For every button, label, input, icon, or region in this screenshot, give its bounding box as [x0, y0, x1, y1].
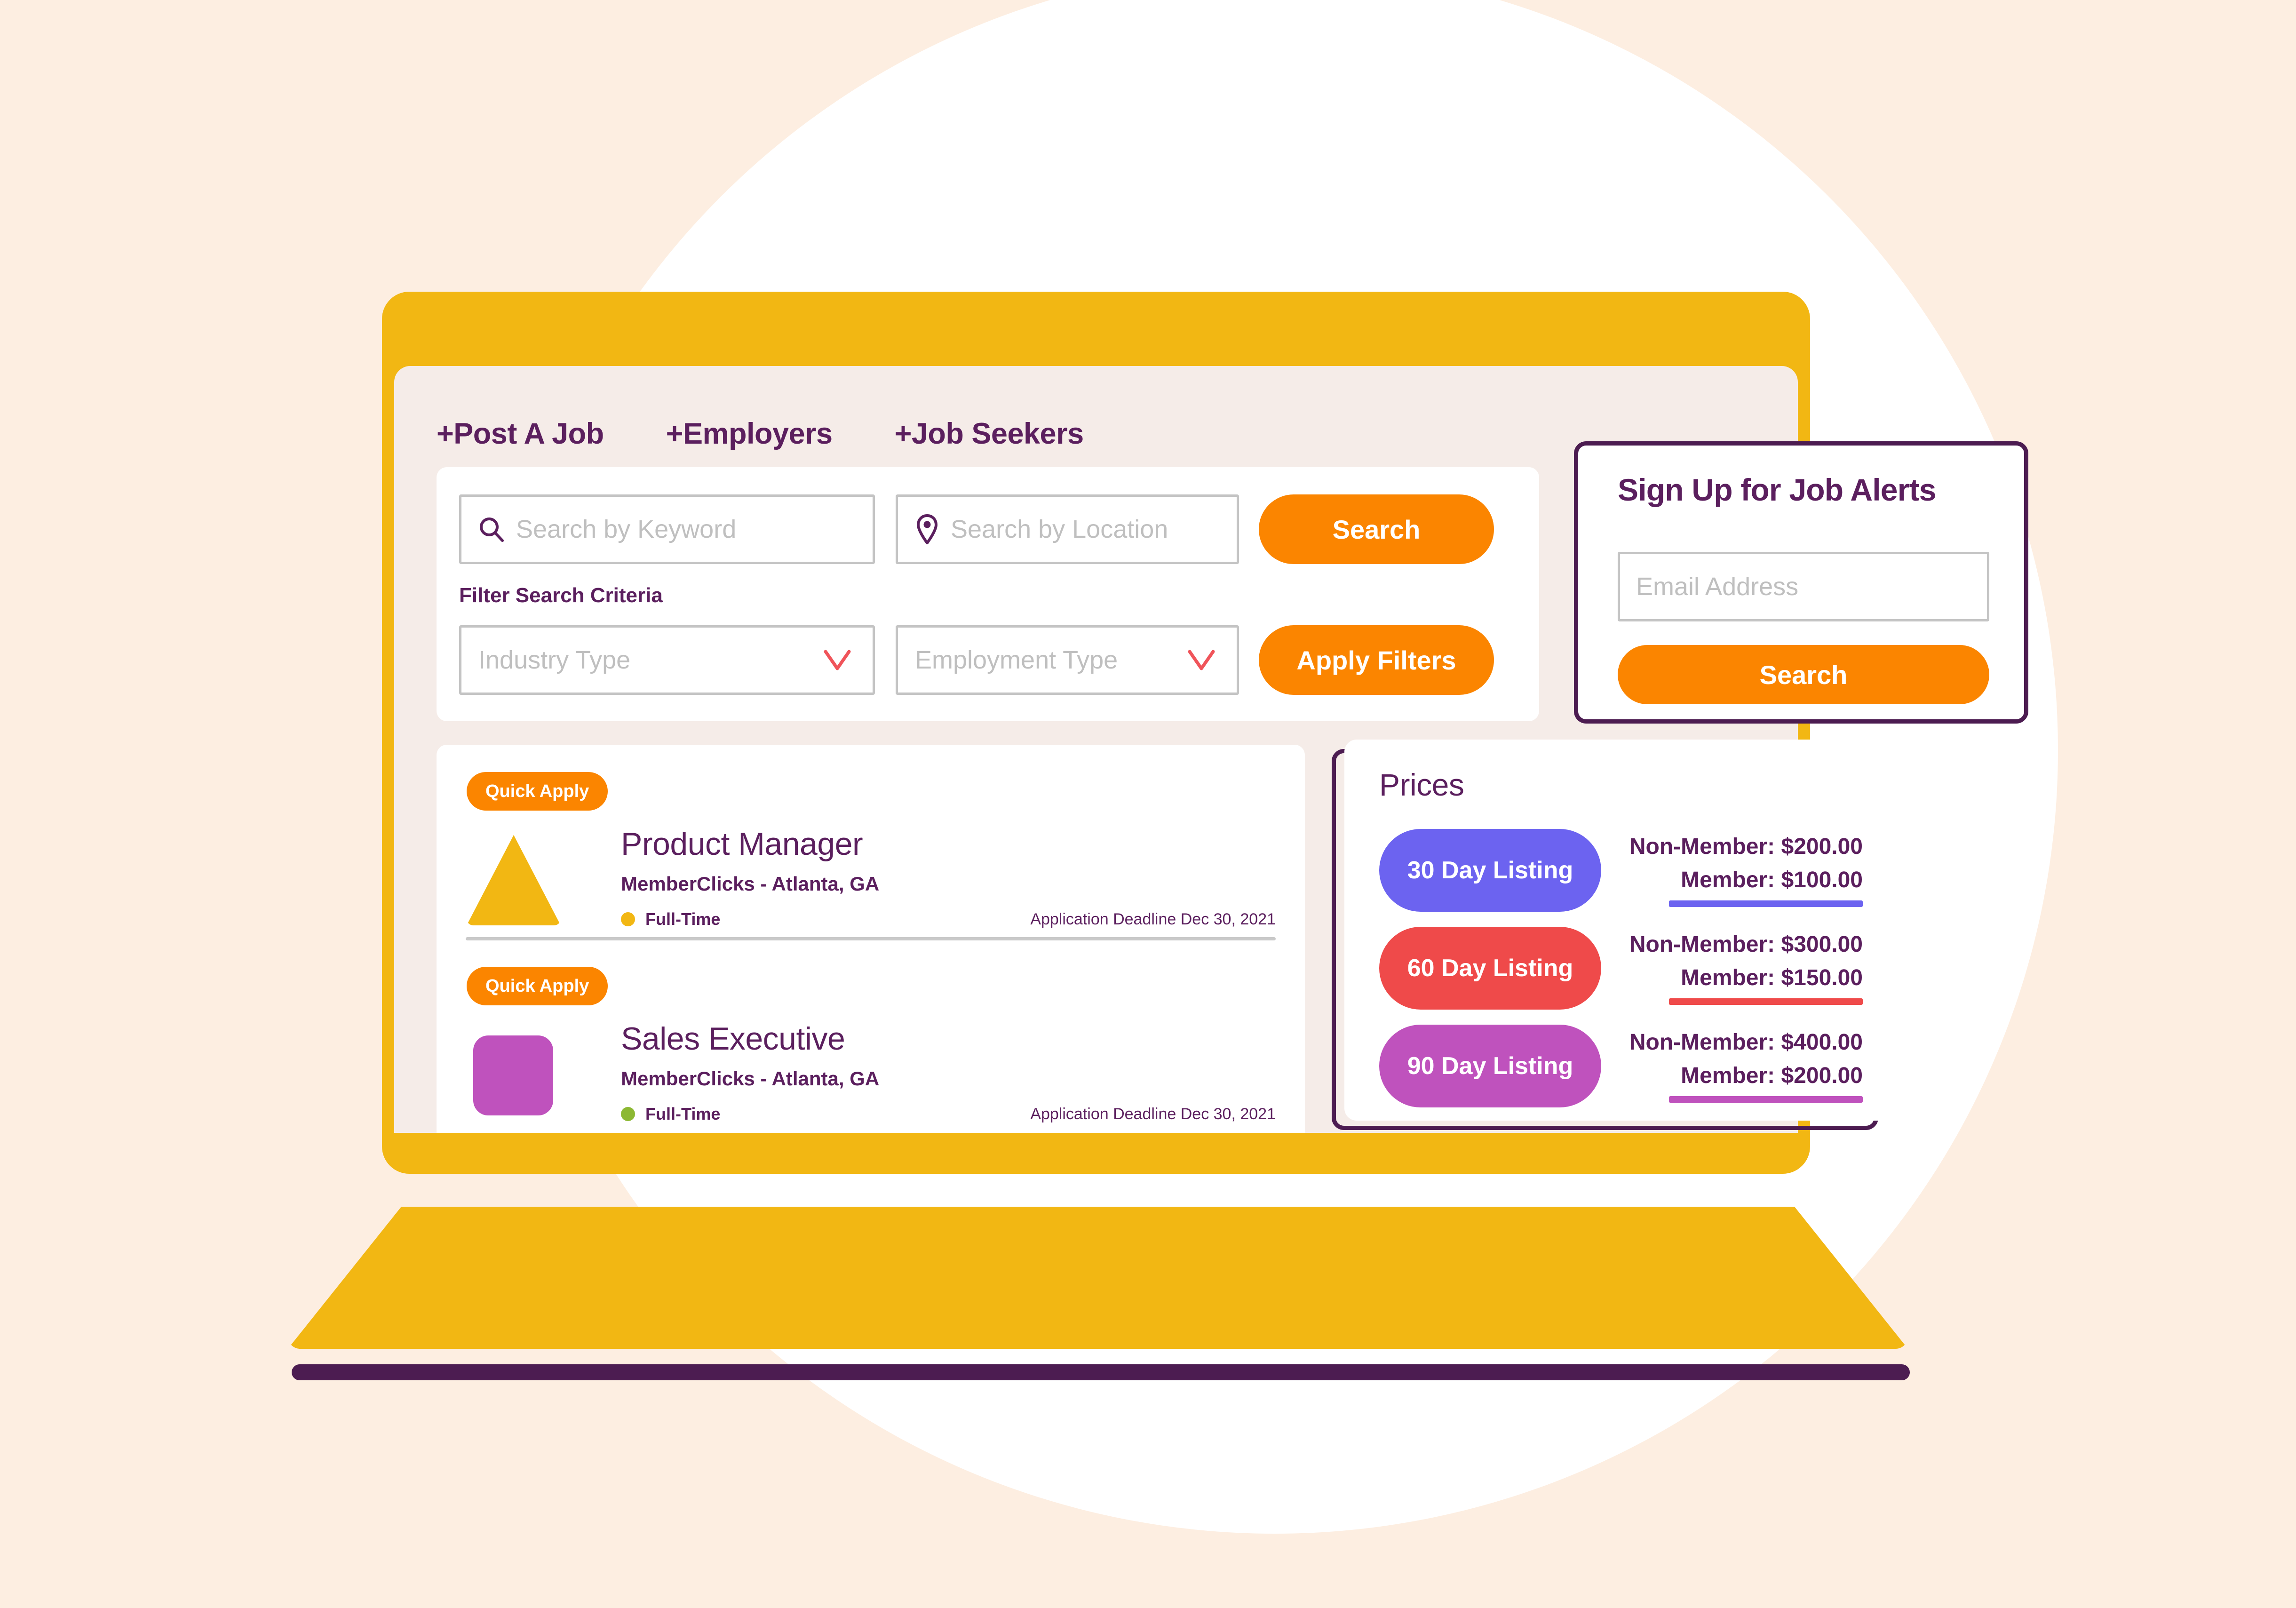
job-deadline: Application Deadline Dec 30, 2021: [1030, 1105, 1276, 1123]
job-listings-panel: Quick Apply Product Manager MemberClicks…: [437, 745, 1305, 1133]
job-meta: Full-Time Application Deadline Dec 30, 2…: [621, 909, 1276, 929]
price-info: Non-Member: $300.00 Member: $150.00: [1601, 931, 1863, 1005]
nav-item-post-a-job[interactable]: +Post A Job: [437, 417, 604, 451]
industry-type-placeholder: Industry Type: [478, 646, 631, 674]
job-details: Sales Executive MemberClicks - Atlanta, …: [621, 1020, 1276, 1124]
job-title[interactable]: Product Manager: [621, 826, 1276, 862]
job-employment-type: Full-Time: [645, 1104, 721, 1123]
job-alerts-panel: Sign Up for Job Alerts Email Address Sea…: [1574, 441, 2028, 724]
price-row: 30 Day Listing Non-Member: $200.00 Membe…: [1379, 829, 1863, 912]
job-listing-row[interactable]: Quick Apply Sales Executive MemberClicks…: [437, 939, 1305, 1133]
job-employment-type: Full-Time: [645, 909, 721, 929]
price-pill-30-day[interactable]: 30 Day Listing: [1379, 829, 1601, 912]
keyword-placeholder: Search by Keyword: [516, 515, 737, 543]
location-placeholder: Search by Location: [951, 515, 1168, 543]
employment-status-dot-icon: [621, 912, 635, 926]
laptop-base: [288, 1207, 1908, 1349]
price-underline: [1669, 900, 1863, 907]
price-non-member: Non-Member: $200.00: [1629, 834, 1863, 859]
job-company: MemberClicks - Atlanta, GA: [621, 1067, 880, 1090]
nav-item-job-seekers[interactable]: +Job Seekers: [895, 417, 1084, 451]
price-row: 60 Day Listing Non-Member: $300.00 Membe…: [1379, 927, 1863, 1010]
chevron-down-icon: [823, 649, 852, 671]
filter-search-criteria-label: Filter Search Criteria: [459, 584, 663, 607]
quick-apply-button[interactable]: Quick Apply: [467, 967, 608, 1005]
price-non-member: Non-Member: $300.00: [1629, 932, 1863, 957]
price-info: Non-Member: $400.00 Member: $200.00: [1601, 1029, 1863, 1103]
search-button[interactable]: Search: [1259, 494, 1494, 564]
prices-panel: Prices 30 Day Listing Non-Member: $200.0…: [1344, 740, 1891, 1121]
employment-type-select[interactable]: Employment Type: [896, 625, 1239, 695]
employment-status-dot-icon: [621, 1107, 635, 1121]
price-info: Non-Member: $200.00 Member: $100.00: [1601, 834, 1863, 907]
price-pill-60-day[interactable]: 60 Day Listing: [1379, 927, 1601, 1010]
rounded-square-icon: [467, 1028, 561, 1120]
illustration-stage: +Post A Job +Employers +Job Seekers Sear…: [0, 0, 2296, 1608]
price-pill-90-day[interactable]: 90 Day Listing: [1379, 1025, 1601, 1107]
location-pin-icon: [915, 514, 939, 545]
job-meta: Full-Time Application Deadline Dec 30, 2…: [621, 1104, 1276, 1124]
employment-type-placeholder: Employment Type: [915, 646, 1118, 674]
triangle-icon: [467, 833, 561, 925]
top-navigation: +Post A Job +Employers +Job Seekers: [437, 417, 1084, 451]
apply-filters-button[interactable]: Apply Filters: [1259, 625, 1494, 695]
job-alerts-search-button[interactable]: Search: [1618, 645, 1989, 704]
price-non-member: Non-Member: $400.00: [1629, 1030, 1863, 1055]
job-details: Product Manager MemberClicks - Atlanta, …: [621, 826, 1276, 929]
keyword-search-input[interactable]: Search by Keyword: [459, 494, 875, 564]
price-underline: [1669, 998, 1863, 1005]
industry-type-select[interactable]: Industry Type: [459, 625, 875, 695]
job-listing-row[interactable]: Quick Apply Product Manager MemberClicks…: [437, 745, 1305, 940]
prices-title: Prices: [1379, 767, 1464, 802]
location-search-input[interactable]: Search by Location: [896, 494, 1239, 564]
nav-item-employers[interactable]: +Employers: [666, 417, 833, 451]
laptop-foot-bar: [292, 1364, 1910, 1380]
quick-apply-button[interactable]: Quick Apply: [467, 772, 608, 811]
job-company: MemberClicks - Atlanta, GA: [621, 873, 880, 895]
chevron-down-icon: [1187, 649, 1216, 671]
search-panel: Search by Keyword Search by Location Sea…: [437, 467, 1539, 721]
price-member: Member: $100.00: [1681, 868, 1863, 892]
email-field[interactable]: Email Address: [1618, 552, 1989, 621]
search-icon: [478, 516, 505, 542]
job-title[interactable]: Sales Executive: [621, 1020, 1276, 1057]
price-row: 90 Day Listing Non-Member: $400.00 Membe…: [1379, 1025, 1863, 1107]
price-member: Member: $200.00: [1681, 1063, 1863, 1088]
job-deadline: Application Deadline Dec 30, 2021: [1030, 910, 1276, 928]
email-placeholder: Email Address: [1636, 573, 1799, 601]
price-member: Member: $150.00: [1681, 965, 1863, 990]
price-underline: [1669, 1096, 1863, 1103]
job-alerts-title: Sign Up for Job Alerts: [1618, 472, 1936, 507]
